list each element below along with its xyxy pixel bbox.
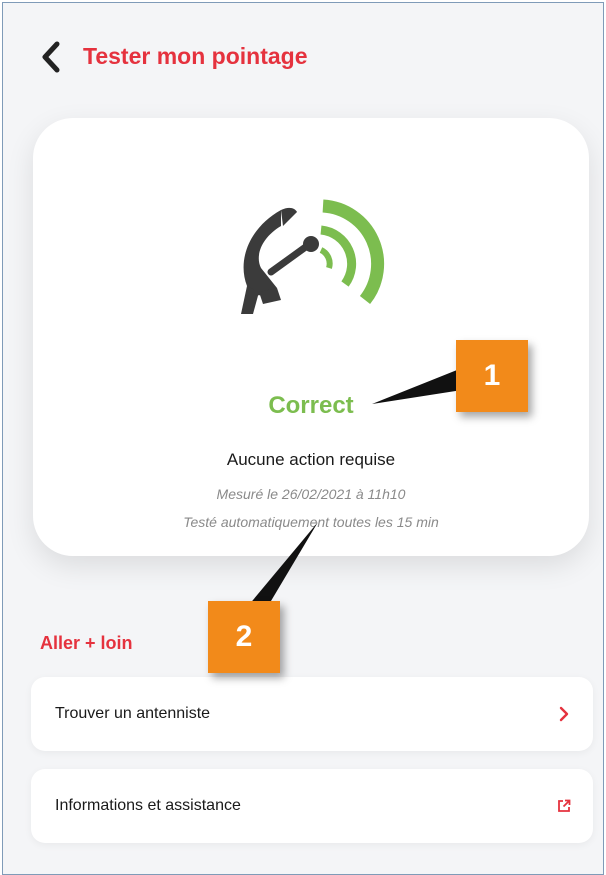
section-title: Aller + loin (40, 633, 133, 653)
external-link-icon (555, 797, 573, 815)
header: Tester mon pointage (3, 3, 603, 103)
satellite-dish-icon (241, 199, 385, 314)
annotation-callout-1: 1 (456, 340, 528, 412)
auto-test-frequency: Testé automatiquement toutes les 15 min (183, 514, 439, 530)
page-title: Tester mon pointage (83, 43, 308, 69)
chevron-left-icon (42, 41, 60, 73)
app-screen: Tester mon pointage Correct Aucune actio… (2, 2, 604, 875)
status-card: Correct Aucune action requise Mesuré le … (33, 118, 589, 556)
list-item-information-assistance[interactable]: Informations et assistance (31, 769, 593, 843)
list-item-find-antenna-installer[interactable]: Trouver un antenniste (31, 677, 593, 751)
list-item-label: Trouver un antenniste (55, 705, 211, 722)
list-item-label: Informations et assistance (55, 797, 241, 814)
back-button[interactable] (31, 39, 71, 75)
measured-timestamp: Mesuré le 26/02/2021 à 11h10 (216, 486, 406, 502)
chevron-right-icon (555, 705, 573, 723)
annotation-callout-2: 2 (208, 601, 280, 673)
status-description: Aucune action requise (226, 450, 396, 469)
